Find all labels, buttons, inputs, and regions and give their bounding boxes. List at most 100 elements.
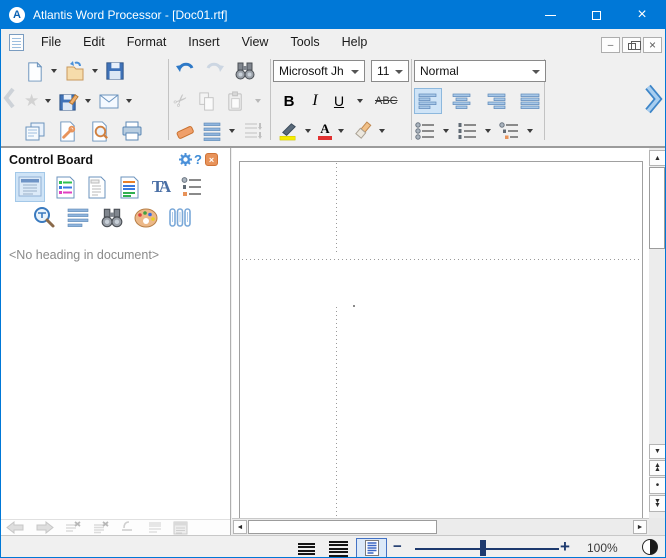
font-color-button[interactable]: A xyxy=(317,118,333,144)
heading-list-icon[interactable] xyxy=(147,521,163,534)
zoom-slider-thumb[interactable] xyxy=(480,540,486,556)
toolbar-scroll-left-icon[interactable] xyxy=(2,85,16,111)
tab-styles[interactable] xyxy=(115,174,141,200)
underline-button[interactable]: U xyxy=(331,88,347,114)
vertical-scroll-thumb[interactable] xyxy=(649,167,665,249)
email-button[interactable] xyxy=(97,88,121,114)
save-as-button[interactable] xyxy=(57,88,80,114)
paste-button[interactable] xyxy=(224,88,247,114)
maximize-button[interactable] xyxy=(573,1,619,29)
delete-heading-icon[interactable] xyxy=(65,521,83,534)
tab-find[interactable] xyxy=(99,205,125,231)
highlight-button[interactable] xyxy=(277,118,300,144)
minimize-button[interactable] xyxy=(527,1,573,29)
navigate-back-icon[interactable] xyxy=(5,521,25,534)
align-left-button[interactable] xyxy=(414,88,442,114)
format-painter-button[interactable] xyxy=(350,118,374,144)
mdi-restore-button[interactable] xyxy=(622,37,641,53)
page-setup-button[interactable] xyxy=(56,118,79,144)
tab-headings[interactable] xyxy=(51,174,77,200)
redo-button[interactable] xyxy=(203,58,227,84)
select-browse-object-button[interactable]: • xyxy=(649,477,666,494)
heading-document-icon[interactable] xyxy=(173,521,188,535)
document-properties-button[interactable] xyxy=(23,118,47,144)
bold-button[interactable]: B xyxy=(279,88,299,114)
dropdown-arrow-icon[interactable] xyxy=(305,129,311,133)
document-viewport[interactable] xyxy=(232,148,649,518)
save-button[interactable] xyxy=(104,58,126,84)
find-button[interactable] xyxy=(233,58,257,84)
favorites-button[interactable]: ★ xyxy=(23,88,40,114)
zoom-slider-track[interactable] xyxy=(415,548,559,550)
multilevel-list-button[interactable] xyxy=(498,118,521,144)
document-page[interactable] xyxy=(239,161,643,518)
settings-gear-icon[interactable] xyxy=(179,153,192,166)
strikethrough-button[interactable]: ABC xyxy=(374,88,399,114)
font-size-combo[interactable]: 11 xyxy=(371,60,409,82)
dropdown-arrow-icon[interactable] xyxy=(126,99,132,103)
style-combo[interactable]: Normal xyxy=(414,60,546,82)
dropdown-arrow-icon[interactable] xyxy=(45,99,51,103)
mdi-minimize-button[interactable]: – xyxy=(601,37,620,53)
print-button[interactable] xyxy=(120,118,144,144)
previous-page-button[interactable]: ▲▲ xyxy=(649,460,666,476)
help-icon[interactable]: ? xyxy=(194,152,202,167)
tab-document-map[interactable] xyxy=(15,172,45,202)
menu-tools[interactable]: Tools xyxy=(279,31,330,53)
eraser-button[interactable] xyxy=(173,118,197,144)
dropdown-arrow-icon[interactable] xyxy=(379,129,385,133)
more-toolbar-options-icon[interactable] xyxy=(642,81,664,117)
dropdown-arrow-icon[interactable] xyxy=(527,129,533,133)
dropdown-arrow-icon[interactable] xyxy=(255,99,261,103)
mdi-close-button[interactable]: × xyxy=(643,37,662,53)
scroll-right-button[interactable]: ► xyxy=(633,520,647,534)
dropdown-arrow-icon[interactable] xyxy=(357,99,363,103)
italic-button[interactable]: I xyxy=(307,88,323,114)
navigate-forward-icon[interactable] xyxy=(35,521,55,534)
dropdown-arrow-icon[interactable] xyxy=(85,99,91,103)
align-justify-button[interactable] xyxy=(516,88,544,114)
tab-numbering[interactable] xyxy=(179,174,205,200)
tab-clipboard[interactable] xyxy=(167,205,193,231)
menu-file[interactable]: File xyxy=(30,31,72,53)
scroll-left-button[interactable]: ◄ xyxy=(233,520,247,534)
tab-zoom[interactable] xyxy=(31,205,57,231)
menu-format[interactable]: Format xyxy=(116,31,178,53)
delete-all-headings-icon[interactable] xyxy=(93,521,111,534)
dropdown-arrow-icon[interactable] xyxy=(229,129,235,133)
scroll-up-button[interactable]: ▲ xyxy=(649,150,666,166)
control-board-close-button[interactable]: × xyxy=(205,153,218,166)
menu-insert[interactable]: Insert xyxy=(177,31,230,53)
tab-paragraph[interactable] xyxy=(65,205,91,231)
dropdown-arrow-icon[interactable] xyxy=(92,69,98,73)
draft-view-button[interactable] xyxy=(293,540,320,556)
tab-pages[interactable] xyxy=(83,174,109,200)
close-button[interactable]: × xyxy=(619,1,665,29)
menu-edit[interactable]: Edit xyxy=(72,31,116,53)
document-icon[interactable] xyxy=(9,34,24,51)
zoom-out-button[interactable]: − xyxy=(393,538,402,555)
open-document-button[interactable] xyxy=(63,58,87,84)
new-document-button[interactable] xyxy=(23,58,46,84)
undo-button[interactable] xyxy=(173,58,197,84)
align-center-button[interactable] xyxy=(448,88,476,114)
print-preview-button[interactable] xyxy=(88,118,111,144)
font-name-combo[interactable]: Microsoft Jh xyxy=(273,60,365,82)
copy-button[interactable] xyxy=(195,88,218,114)
align-right-button[interactable] xyxy=(482,88,510,114)
next-page-button[interactable]: ▼▼ xyxy=(649,495,666,512)
horizontal-scroll-thumb[interactable] xyxy=(248,520,437,534)
dropdown-arrow-icon[interactable] xyxy=(338,129,344,133)
bullet-list-button[interactable] xyxy=(414,118,437,144)
tab-colors[interactable] xyxy=(133,205,159,231)
page-layout-view-button[interactable] xyxy=(356,538,387,558)
scroll-down-button[interactable]: ▼ xyxy=(649,444,666,459)
menu-view[interactable]: View xyxy=(231,31,280,53)
menu-help[interactable]: Help xyxy=(331,31,379,53)
dropdown-arrow-icon[interactable] xyxy=(485,129,491,133)
demote-heading-icon[interactable] xyxy=(121,521,137,534)
horizontal-scrollbar[interactable]: ◄ ► xyxy=(232,518,649,535)
dropdown-arrow-icon[interactable] xyxy=(51,69,57,73)
numbered-list-button[interactable] xyxy=(456,118,479,144)
online-view-button[interactable] xyxy=(325,540,352,556)
